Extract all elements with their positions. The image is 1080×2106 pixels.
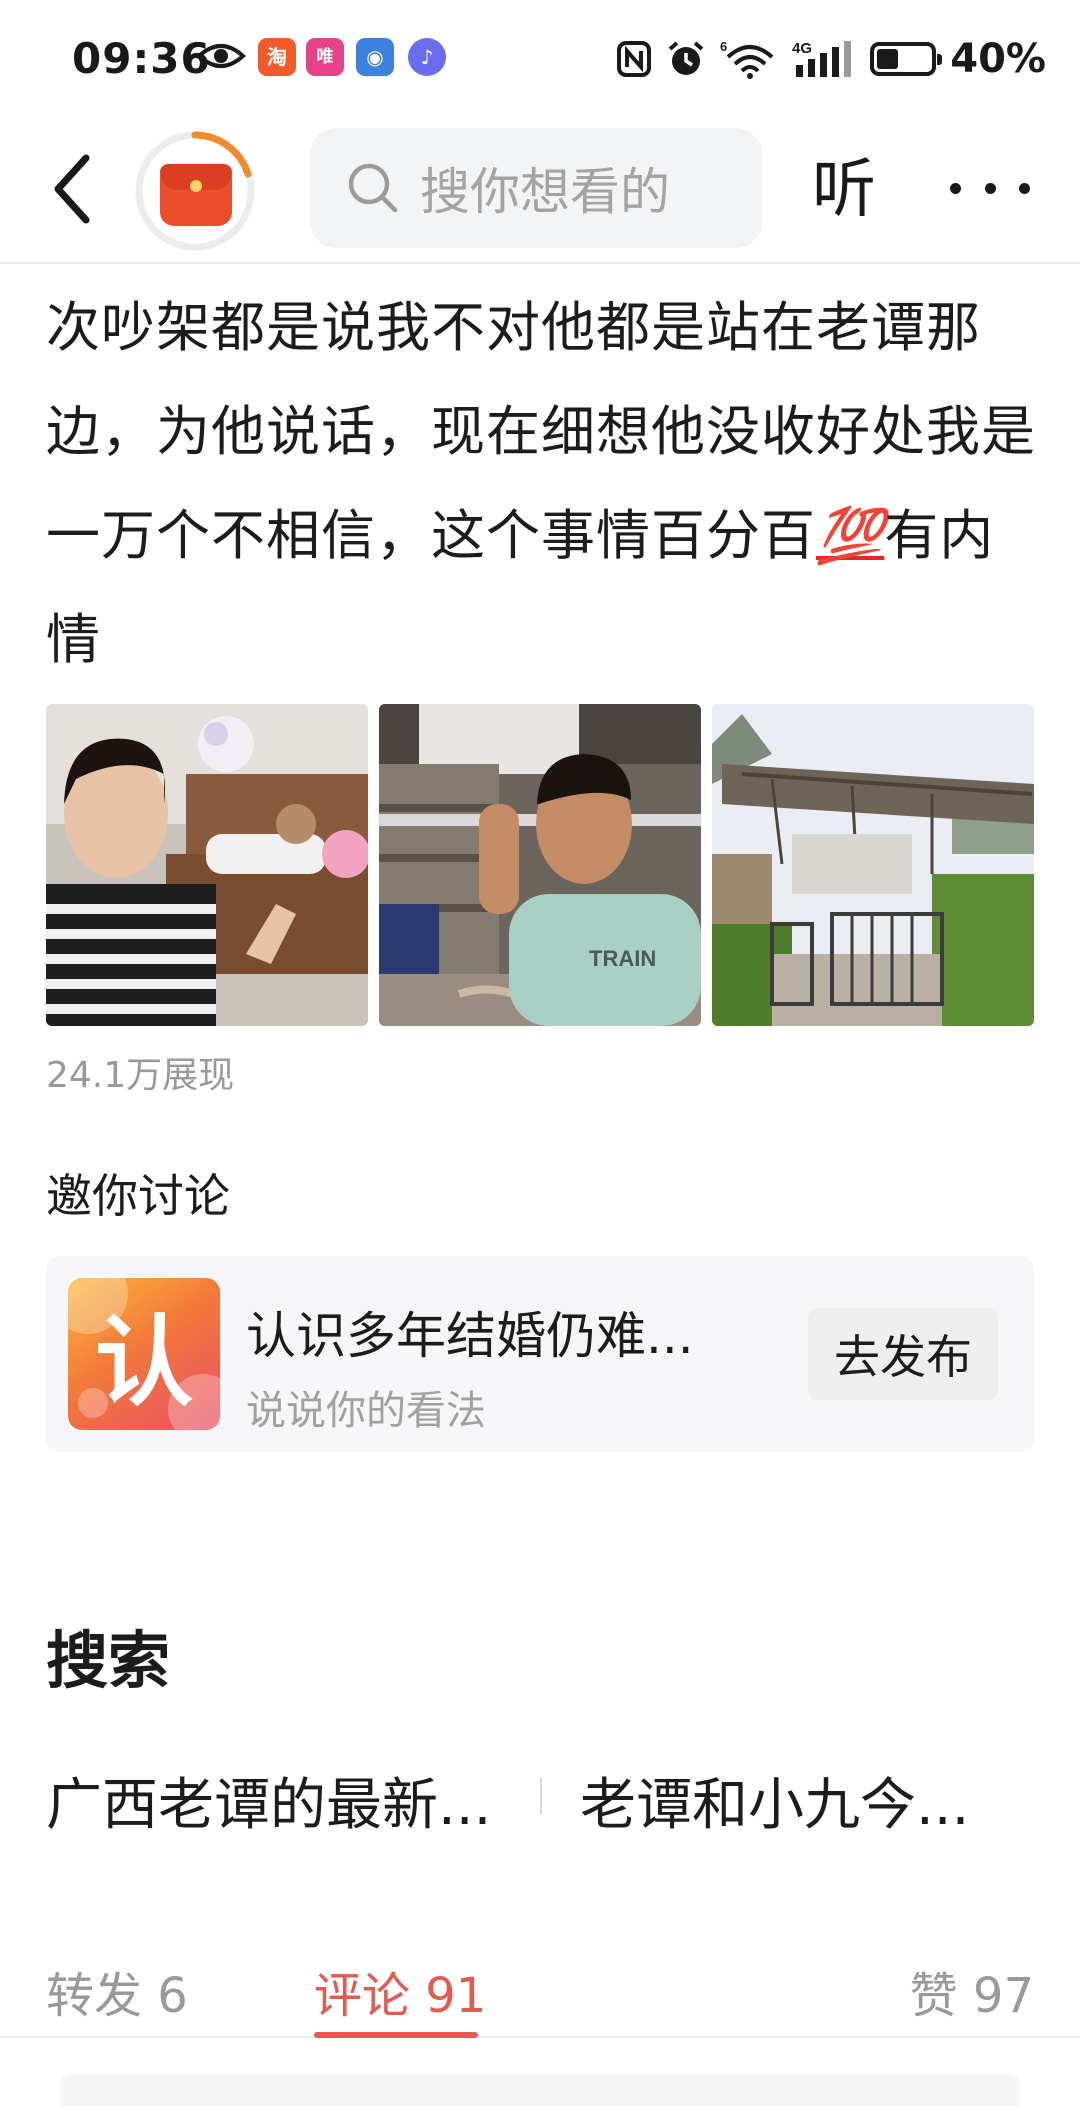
search-icon [348,163,398,213]
svg-text:4G: 4G [792,40,812,57]
search-section-title: 搜索 [46,1624,171,1697]
red-packet-icon[interactable] [160,164,232,226]
svg-text:6: 6 [720,39,727,54]
hundred-points-emoji: 💯 [816,504,885,567]
post-image-grid: TRAIN [46,704,1034,1026]
publish-button[interactable]: 去发布 [808,1308,998,1400]
status-right-group: 6 4G 40% [616,34,1046,84]
discussion-topic-card[interactable]: 认 认识多年结婚仍难... 说说你的看法 去发布 [46,1256,1034,1452]
topic-icon: 认 [68,1278,220,1430]
topic-subtitle: 说说你的看法 [246,1388,486,1434]
comment-area-edge [60,2074,1020,2106]
security-icon: ◉ [356,38,394,76]
wifi-icon: 6 [720,39,774,79]
battery-level [877,49,899,69]
taobao-icon: 淘 [258,38,296,76]
post-image-2[interactable]: TRAIN [379,704,701,1026]
view-count: 24.1万展现 [46,1055,235,1096]
battery-percent: 40% [950,36,1046,82]
back-arrow-icon[interactable] [44,146,104,232]
tab-likes[interactable]: 赞 97 [910,1956,1034,2026]
status-time: 09:36 [72,34,211,83]
top-nav: 搜你想看的 听 [0,118,1080,264]
svg-text:TRAIN: TRAIN [589,946,656,971]
tab-comments[interactable]: 评论 91 [314,1956,486,2026]
listen-button[interactable]: 听 [812,142,876,238]
topic-icon-glyph: 认 [94,1306,193,1420]
eye-icon [196,44,246,68]
search-suggestion-1[interactable]: 广西老谭的最新... [46,1760,491,1841]
active-tab-indicator [314,2032,478,2038]
vipshop-icon: 唯 [306,38,344,76]
post-body-text: 次吵架都是说我不对他都是站在老谭那边，为他说话，现在细想他没收好处我是一万个不相… [46,276,1046,692]
search-suggestion-2[interactable]: 老谭和小九今... [580,1760,969,1841]
music-icon: ♪ [408,38,446,76]
nfc-icon [617,41,652,77]
search-input[interactable]: 搜你想看的 [310,128,762,248]
tab-reposts[interactable]: 转发 6 [46,1956,188,2026]
discussion-heading: 邀你讨论 [46,1169,230,1223]
post-image-1[interactable] [46,704,368,1026]
suggestion-divider [540,1778,542,1814]
search-placeholder: 搜你想看的 [420,163,670,221]
battery-icon [870,42,943,76]
post-image-3[interactable] [712,704,1034,1026]
status-bar: 09:36 淘 唯 ◉ ♪ 6 4G 40% [0,0,1080,118]
alarm-icon [668,41,704,75]
more-options-icon[interactable] [950,158,1030,218]
interaction-tabs: 转发 6 评论 91 赞 97 [0,1928,1080,2038]
signal-4g-icon: 4G [792,40,852,77]
topic-title: 认识多年结婚仍难... [246,1307,694,1365]
